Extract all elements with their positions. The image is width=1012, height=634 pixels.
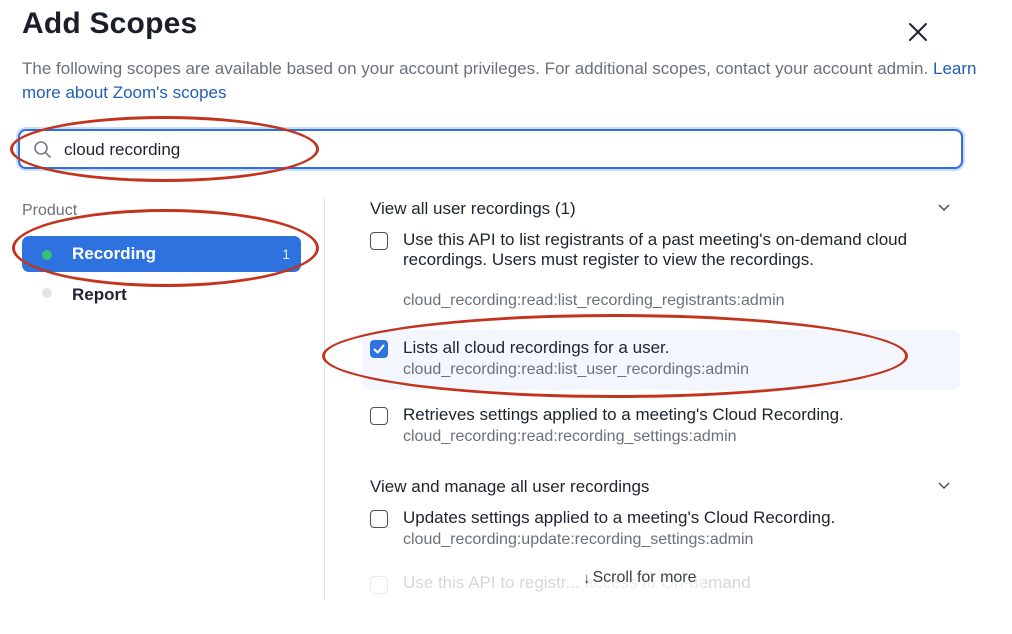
scope-id: cloud_recording:read:list_user_recording… (403, 361, 749, 378)
status-dot-icon (42, 250, 52, 260)
scope-id: cloud_recording:read:list_recording_regi… (403, 292, 785, 309)
product-item-count: 1 (282, 246, 290, 262)
close-button[interactable] (901, 15, 935, 49)
scopes-list: View all user recordings (1) Use this AP… (340, 195, 972, 605)
scope-id: cloud_recording:update:recording_setting… (403, 531, 754, 548)
scope-checkbox[interactable] (370, 576, 388, 594)
product-item-recording[interactable]: Recording 1 (22, 236, 301, 272)
search-icon (34, 141, 51, 158)
scope-checkbox[interactable] (370, 510, 388, 528)
section-title: View all user recordings (1) (370, 199, 576, 218)
scope-id: cloud_recording:read:recording_settings:… (403, 428, 737, 445)
panel-divider (324, 197, 325, 600)
product-item-label: Recording (72, 244, 157, 263)
arrow-down-icon: ↓ (583, 569, 591, 587)
add-scopes-dialog: Add Scopes The following scopes are avai… (0, 0, 1012, 634)
scope-description: Use this API to list registrants of a pa… (403, 230, 908, 269)
dialog-description: The following scopes are available based… (22, 57, 982, 105)
scope-checkbox[interactable] (370, 407, 388, 425)
chevron-down-icon[interactable] (935, 199, 953, 217)
close-icon (909, 23, 927, 41)
scope-row[interactable]: Use this API to list registrants of a pa… (362, 230, 960, 312)
search-box[interactable] (18, 129, 963, 169)
section-header-view-recordings[interactable]: View all user recordings (1) (370, 195, 960, 223)
product-item-label: Report (72, 285, 127, 304)
section-header-view-manage-recordings[interactable]: View and manage all user recordings (370, 473, 960, 501)
scope-row[interactable]: Retrieves settings applied to a meeting'… (362, 403, 960, 449)
dialog-title: Add Scopes (22, 7, 198, 40)
chevron-down-icon[interactable] (935, 477, 953, 495)
scope-checkbox-checked[interactable] (370, 340, 388, 358)
scroll-for-more-label: Scroll for more (592, 569, 697, 586)
product-label: Product (22, 202, 78, 219)
scope-description: Updates settings applied to a meeting's … (403, 508, 836, 527)
scope-description: Lists all cloud recordings for a user. (403, 338, 670, 357)
scope-row-selected[interactable]: Lists all cloud recordings for a user. c… (362, 330, 960, 390)
scope-checkbox[interactable] (370, 232, 388, 250)
product-item-report[interactable]: Report (22, 275, 301, 311)
scope-row[interactable]: Updates settings applied to a meeting's … (362, 506, 960, 552)
search-input[interactable] (64, 137, 944, 163)
scope-description: Retrieves settings applied to a meeting'… (403, 405, 844, 424)
scroll-for-more[interactable]: ↓ Scroll for more (583, 566, 703, 590)
status-dot-icon (42, 288, 52, 298)
description-text: The following scopes are available based… (22, 59, 929, 78)
product-sidebar: Product Recording 1 Report (0, 195, 324, 600)
check-icon (373, 344, 385, 354)
section-title: View and manage all user recordings (370, 477, 650, 496)
